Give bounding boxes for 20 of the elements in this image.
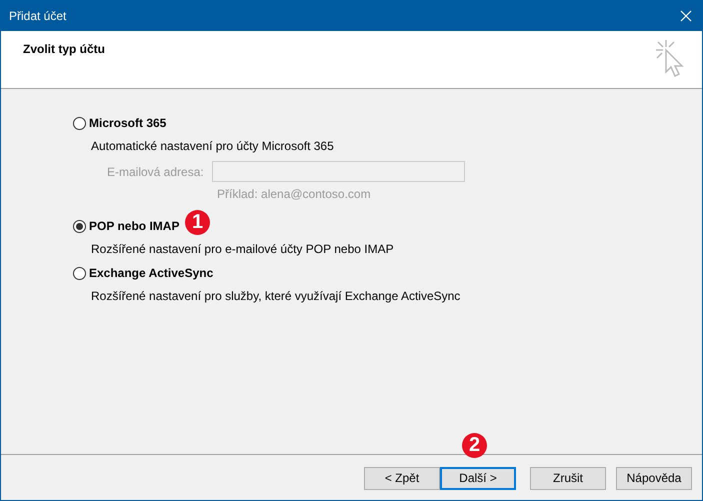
option-label[interactable]: Microsoft 365 bbox=[89, 114, 166, 132]
dialog-button[interactable]: < Zpět bbox=[364, 466, 440, 490]
example-hint: Příklad: alena@contoso.com bbox=[217, 186, 372, 203]
radio-button[interactable] bbox=[73, 220, 86, 232]
option-label[interactable]: Exchange ActiveSync bbox=[89, 264, 214, 282]
window-title: Přidat účet bbox=[9, 8, 66, 25]
option-description: Automatické nastavení pro účty Microsoft 365 bbox=[91, 138, 335, 155]
option-description: Rozšířené nastavení pro e-mailové účty POP nebo IMAP bbox=[91, 241, 395, 258]
close-icon[interactable] bbox=[680, 10, 692, 22]
dialog-button[interactable]: Zrušit bbox=[530, 466, 606, 490]
option-label[interactable]: POP nebo IMAP bbox=[89, 217, 180, 235]
step-number-badge: 1 bbox=[185, 210, 210, 235]
option-description: Rozšířené nastavení pro služby, které využívají Exchange ActiveSync bbox=[91, 288, 462, 305]
page-heading: Zvolit typ účtu bbox=[23, 41, 105, 58]
dialog-button[interactable]: Nápověda bbox=[616, 466, 692, 490]
radio-button[interactable] bbox=[73, 266, 86, 280]
dialog-button[interactable]: Další > bbox=[440, 466, 516, 490]
radio-button[interactable] bbox=[73, 116, 86, 130]
field-label: E-mailová adresa: bbox=[107, 164, 204, 180]
step-number-badge: 2 bbox=[462, 432, 487, 458]
